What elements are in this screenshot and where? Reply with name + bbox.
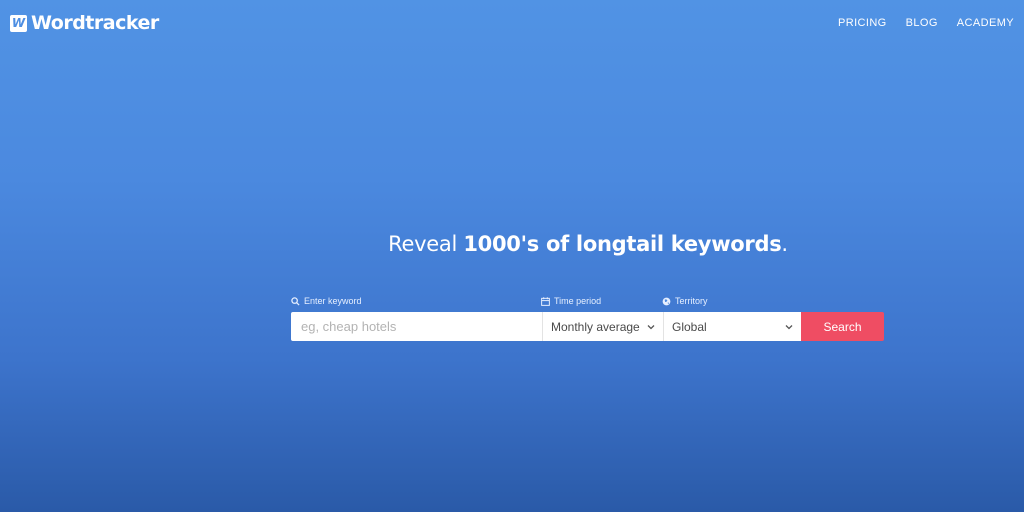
globe-icon — [662, 297, 671, 306]
logo[interactable]: W Wordtracker — [10, 12, 159, 34]
time-period-label: Time period — [541, 296, 601, 306]
chevron-down-icon — [785, 324, 793, 330]
search-button[interactable]: Search — [801, 312, 884, 341]
chevron-down-icon — [647, 324, 655, 330]
territory-value: Global — [672, 319, 707, 334]
hero-headline: Reveal 1000's of longtail keywords. — [388, 232, 788, 256]
keyword-search-form: Monthly average Global Search — [291, 312, 884, 341]
time-period-select[interactable]: Monthly average — [542, 312, 663, 341]
search-icon — [291, 296, 300, 306]
time-period-value: Monthly average — [551, 319, 640, 334]
nav-blog-link[interactable]: BLOG — [906, 17, 938, 29]
logo-mark-icon: W — [10, 14, 27, 32]
territory-label: Territory — [662, 296, 708, 306]
nav-pricing-link[interactable]: PRICING — [838, 17, 887, 29]
search-field-labels: Enter keyword Time period Territory — [291, 296, 884, 310]
nav-academy-link[interactable]: ACADEMY — [957, 17, 1014, 29]
keyword-input[interactable] — [291, 312, 542, 341]
logo-text: Wordtracker — [31, 12, 159, 34]
top-nav: PRICING BLOG ACADEMY — [838, 17, 1014, 29]
calendar-icon — [541, 296, 550, 306]
territory-select[interactable]: Global — [663, 312, 801, 341]
keyword-label: Enter keyword — [291, 296, 362, 306]
